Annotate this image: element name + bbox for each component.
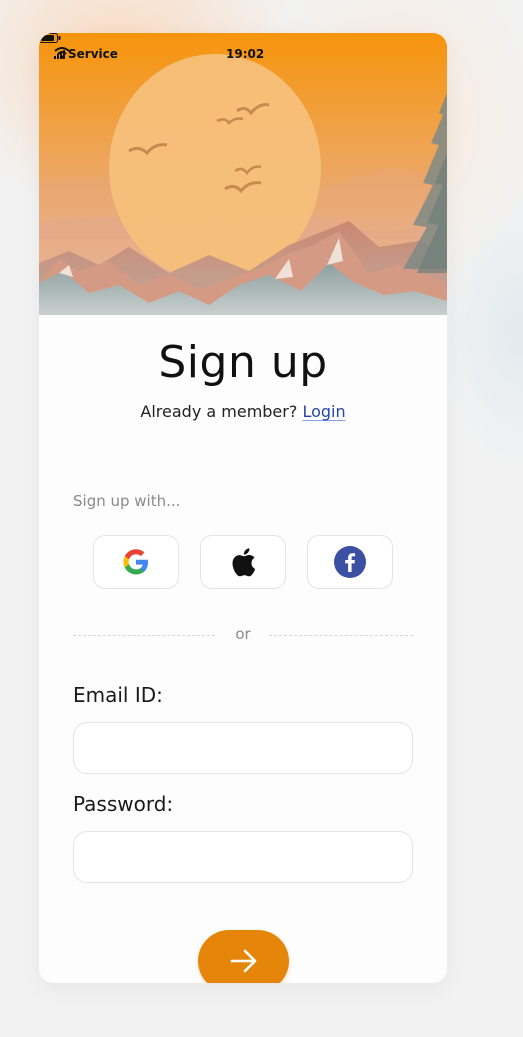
signup-with-label: Sign up with... [73,492,181,510]
or-text: or [235,625,251,643]
or-divider: or [73,623,413,647]
email-field[interactable] [73,722,413,774]
status-bar: Service 19:02 [39,33,447,73]
phone-screen: Service 19:02 Sign up Already a member? … [39,33,447,983]
divider-line-right [269,635,413,636]
page-title: Sign up [158,337,328,388]
apple-signup-button[interactable] [200,535,286,589]
battery-icon [39,33,61,43]
password-label: Password: [73,792,174,816]
carrier-name: Service [68,47,118,61]
carrier-info: Service [54,47,122,61]
email-label: Email ID: [73,683,163,707]
member-prompt-text: Already a member? [140,402,298,421]
facebook-signup-button[interactable] [307,535,393,589]
apple-icon [232,548,256,577]
password-field[interactable] [73,831,413,883]
sunset-mountains-illustration [39,33,447,315]
arrow-right-icon [230,949,256,973]
facebook-icon [334,546,366,578]
status-time: 19:02 [226,47,265,61]
submit-button[interactable] [198,930,289,983]
google-icon [123,549,148,575]
login-link[interactable]: Login [302,402,345,421]
hero-illustration: Service 19:02 [39,33,447,315]
login-prompt: Already a member? Login [39,402,447,421]
wifi-icon [54,47,70,59]
google-signup-button[interactable] [93,535,179,589]
